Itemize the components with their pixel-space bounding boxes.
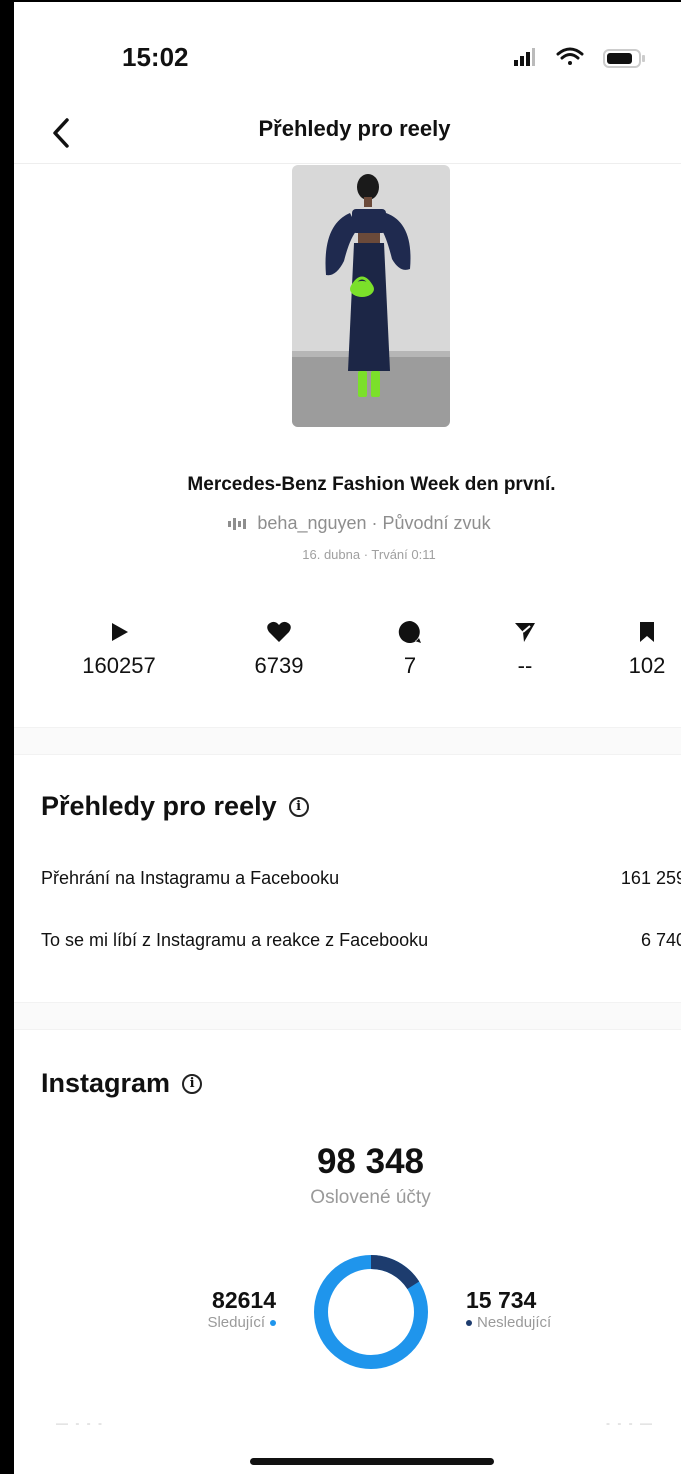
followers-legend: 82614 Sledující (164, 1287, 276, 1331)
screen: 15:02 Přehledy pro reely Mercedes-Benz F… (0, 0, 681, 1474)
stat-likes: 6739 (224, 619, 334, 679)
audio-row[interactable]: beha_nguyen · Původní zvuk (14, 513, 681, 534)
reel-date: 16. dubna · Trvání 0:11 (302, 547, 436, 562)
stat-likes-value: 6739 (254, 653, 304, 678)
stat-plays-value: 160257 (82, 653, 156, 678)
instagram-section-title: Instagram i (41, 1068, 203, 1099)
reach-value: 98 348 (316, 1142, 425, 1181)
followers-value: 82614 (212, 1287, 276, 1313)
nonfollowers-label: Nesledující (477, 1314, 552, 1331)
section-divider (14, 727, 681, 755)
info-icon[interactable]: i (182, 1073, 203, 1094)
faded-label-left: — - - - (56, 1416, 104, 1430)
section-divider (14, 1002, 681, 1030)
metric-label: Přehrání na Instagramu a Facebooku (41, 868, 340, 888)
heart-icon (267, 621, 291, 642)
audio-waveform-icon (228, 517, 247, 530)
play-icon (112, 623, 128, 641)
reach-label: Oslovené účty (310, 1187, 431, 1208)
nonfollowers-legend: 15 734 Nesledující (466, 1287, 606, 1331)
page-title: Přehledy pro reely (258, 116, 451, 141)
stat-saves-value: 102 (628, 653, 666, 678)
nonfollowers-value: 15 734 (466, 1287, 537, 1313)
metric-value: 6 740 (640, 930, 681, 950)
share-icon (515, 623, 535, 642)
followers-label: Sledující (207, 1314, 265, 1331)
signal-icon (514, 48, 535, 66)
stat-comments-value: 7 (403, 653, 417, 678)
metric-value: 161 259 (620, 868, 681, 888)
stat-saves: 102 (592, 619, 681, 679)
stat-shares-value: -- (517, 653, 533, 678)
instagram-title-text: Instagram (41, 1068, 171, 1098)
reel-caption: Mercedes-Benz Fashion Week den první. (187, 474, 556, 495)
reel-thumbnail[interactable] (292, 165, 450, 427)
bookmark-icon (640, 622, 654, 642)
status-icons (514, 47, 645, 68)
stat-shares: -- (470, 619, 580, 679)
nav-divider (14, 163, 681, 164)
followers-dot (270, 1319, 276, 1326)
faded-label-right: - - - — (606, 1416, 654, 1430)
info-icon[interactable]: i (288, 796, 309, 817)
reach-donut-chart (314, 1255, 428, 1369)
audio-label: beha_nguyen · Původní zvuk (257, 513, 491, 533)
comment-icon (398, 620, 421, 643)
wifi-icon (556, 47, 584, 65)
stat-plays: 160257 (64, 619, 174, 679)
battery-icon (603, 49, 645, 68)
insights-section-title: Přehledy pro reely i (41, 791, 309, 822)
status-time: 15:02 (122, 42, 189, 72)
metric-label: To se mi líbí z Instagramu a reakce z Fa… (41, 930, 429, 950)
home-indicator (250, 1458, 494, 1465)
insights-title-text: Přehledy pro reely (41, 791, 277, 821)
stat-comments: 7 (355, 619, 465, 679)
nonfollowers-dot (466, 1319, 472, 1326)
